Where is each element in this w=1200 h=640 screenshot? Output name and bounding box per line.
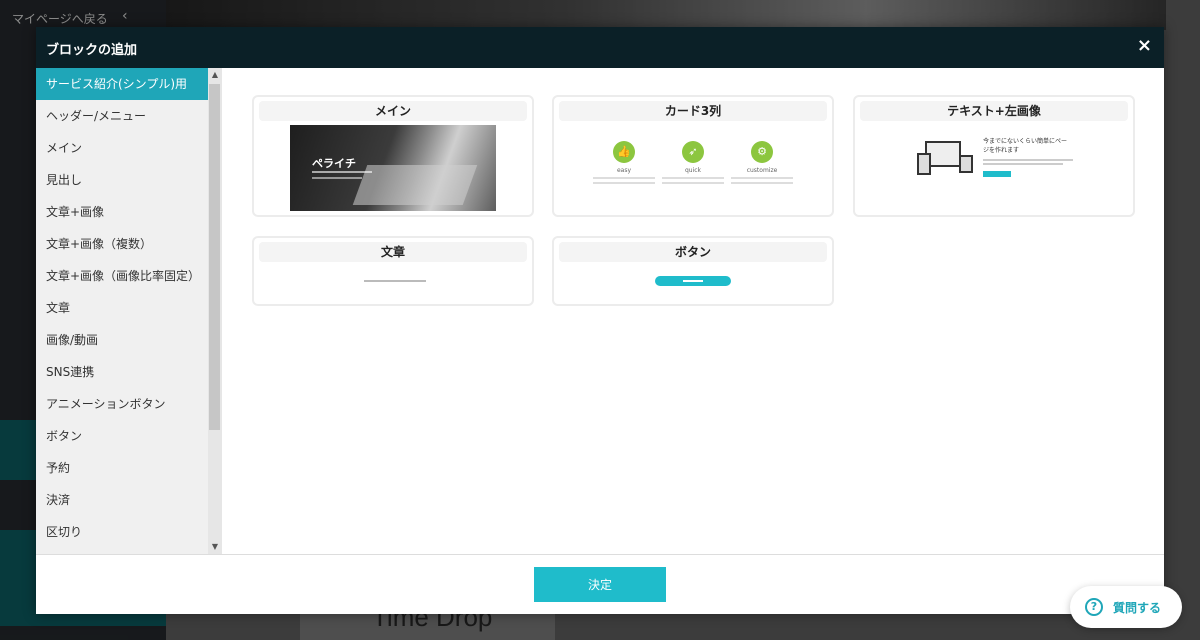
category-item[interactable]: 予約	[36, 452, 222, 484]
confirm-button[interactable]: 決定	[534, 567, 666, 602]
block-title: カード3列	[559, 101, 827, 121]
modal-footer: 決定	[36, 554, 1164, 614]
scroll-thumb[interactable]	[209, 84, 220, 430]
block-card-text[interactable]: 文章	[252, 236, 534, 306]
preview-button	[655, 276, 731, 286]
category-item[interactable]: アニメーションボタン	[36, 388, 222, 420]
category-item[interactable]: ヘッダー/メニュー	[36, 100, 222, 132]
tablet-icon	[959, 155, 973, 173]
category-item[interactable]: 区切り	[36, 516, 222, 548]
modal-header: ブロックの追加 ×	[36, 27, 1164, 68]
help-button[interactable]: ? 質問する	[1070, 586, 1182, 628]
close-icon[interactable]: ×	[1137, 35, 1152, 56]
block-title: メイン	[259, 101, 527, 121]
card-label: easy	[616, 167, 632, 174]
preview-text-line	[364, 280, 426, 282]
preview-brand-text: ペライチ	[312, 157, 356, 170]
block-card-main[interactable]: メイン ペライチ	[252, 95, 534, 217]
category-item[interactable]: ボタン	[36, 420, 222, 452]
category-scrollbar[interactable]: ▲ ▼	[208, 68, 222, 554]
thumbs-up-icon: 👍	[613, 141, 635, 163]
scroll-up-icon[interactable]: ▲	[208, 68, 222, 82]
block-card-button[interactable]: ボタン	[552, 236, 834, 306]
phone-icon	[917, 153, 931, 175]
preview-button	[983, 171, 1011, 177]
card-column: ➶ quick	[658, 141, 728, 184]
gear-icon: ⚙	[751, 141, 773, 163]
category-item[interactable]: 見出し	[36, 164, 222, 196]
block-title: テキスト+左画像	[860, 101, 1128, 121]
question-icon: ?	[1085, 598, 1103, 616]
category-list: サービス紹介(シンプル)用 ヘッダー/メニュー メイン 見出し 文章+画像 文章…	[36, 68, 222, 554]
block-title: ボタン	[559, 242, 827, 262]
card-column: 👍 easy	[589, 141, 659, 184]
block-card-text-left-image[interactable]: テキスト+左画像 今までにないくらい簡単にページを作れます	[853, 95, 1135, 217]
block-grid: メイン ペライチ カード3列 👍 easy ➶ quick ⚙ customiz…	[222, 68, 1164, 554]
block-preview-image: ペライチ	[290, 125, 496, 211]
modal-body: サービス紹介(シンプル)用 ヘッダー/メニュー メイン 見出し 文章+画像 文章…	[36, 68, 1164, 554]
category-item[interactable]: 文章	[36, 292, 222, 324]
category-item[interactable]: 画像/動画	[36, 324, 222, 356]
category-item[interactable]: SNS連携	[36, 356, 222, 388]
card-column: ⚙ customize	[727, 141, 797, 184]
help-label: 質問する	[1113, 601, 1162, 615]
card-label: quick	[684, 167, 702, 174]
category-item[interactable]: サービス紹介(シンプル)用	[36, 68, 222, 100]
block-title: 文章	[259, 242, 527, 262]
category-item[interactable]: 決済	[36, 484, 222, 516]
modal-title: ブロックの追加	[46, 43, 138, 58]
block-card-three-cards[interactable]: カード3列 👍 easy ➶ quick ⚙ customize	[552, 95, 834, 217]
preview-heading: 今までにないくらい簡単にページを作れます	[983, 138, 1068, 154]
add-block-modal: ブロックの追加 × サービス紹介(シンプル)用 ヘッダー/メニュー メイン 見出…	[36, 27, 1164, 614]
category-item[interactable]: メイン	[36, 132, 222, 164]
category-item[interactable]: 文章+画像（複数）	[36, 228, 222, 260]
scroll-down-icon[interactable]: ▼	[208, 540, 222, 554]
category-item[interactable]: 文章+画像（画像比率固定）	[36, 260, 222, 292]
category-item[interactable]: 文章+画像	[36, 196, 222, 228]
card-label: customize	[746, 167, 778, 174]
rocket-icon: ➶	[682, 141, 704, 163]
